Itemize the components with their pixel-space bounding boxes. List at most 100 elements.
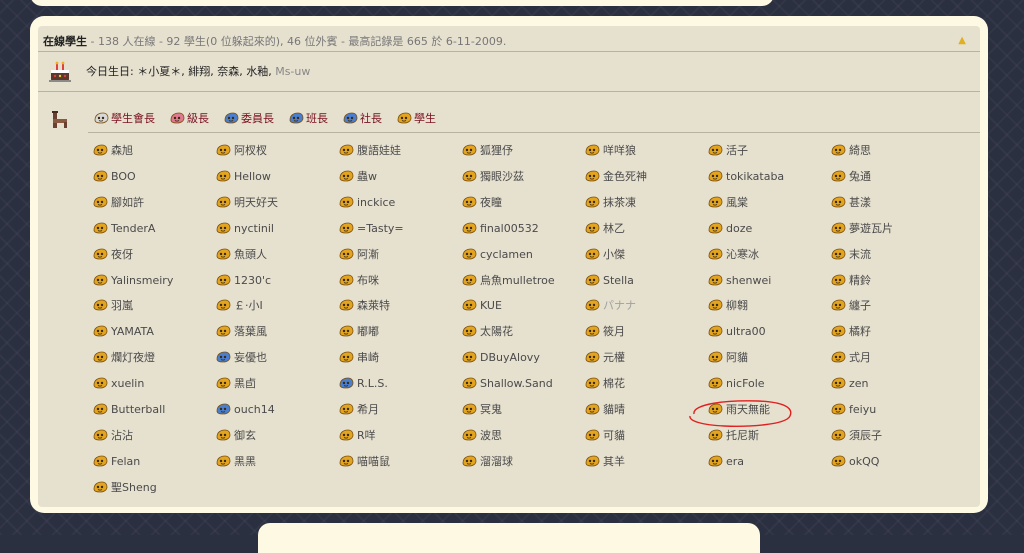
online-user[interactable]: tokikataba bbox=[708, 168, 784, 184]
user-name[interactable]: =Tasty= bbox=[357, 222, 404, 235]
user-name[interactable]: xuelin bbox=[111, 377, 144, 390]
online-user[interactable]: 棉花 bbox=[585, 375, 625, 391]
online-user[interactable]: 1230'c bbox=[216, 272, 271, 288]
user-name[interactable]: 太陽花 bbox=[480, 323, 513, 339]
user-name[interactable]: 貓晴 bbox=[603, 401, 625, 417]
user-name[interactable]: 溜溜球 bbox=[480, 453, 513, 469]
online-user[interactable]: 森萊特 bbox=[339, 297, 390, 313]
online-user[interactable]: Hellow bbox=[216, 168, 271, 184]
online-user[interactable]: BOO bbox=[93, 168, 136, 184]
online-user[interactable]: 聖Sheng bbox=[93, 479, 157, 495]
online-user[interactable]: 金色死神 bbox=[585, 168, 647, 184]
online-user[interactable]: 須辰子 bbox=[831, 427, 882, 443]
online-user[interactable]: 纏子 bbox=[831, 297, 871, 313]
user-name[interactable]: 綺思 bbox=[849, 142, 871, 158]
birthday-name-gray[interactable]: Ms-uw bbox=[275, 65, 310, 78]
online-user[interactable]: 其羊 bbox=[585, 453, 625, 469]
online-user[interactable]: 柳翱 bbox=[708, 297, 748, 313]
user-name[interactable]: nicFole bbox=[726, 377, 765, 390]
user-name[interactable]: 喵喵鼠 bbox=[357, 453, 390, 469]
user-name[interactable]: 沁寒冰 bbox=[726, 246, 759, 262]
user-name[interactable]: Yalinsmeiry bbox=[111, 274, 173, 287]
user-name[interactable]: 冥鬼 bbox=[480, 401, 502, 417]
user-name[interactable]: inckice bbox=[357, 196, 395, 209]
user-name[interactable]: 其羊 bbox=[603, 453, 625, 469]
online-user[interactable]: 波思 bbox=[462, 427, 502, 443]
legend-item[interactable]: 學生會長 bbox=[94, 110, 155, 126]
online-user[interactable]: 末流 bbox=[831, 246, 871, 262]
legend-item[interactable]: 學生 bbox=[397, 110, 436, 126]
online-user[interactable]: nicFole bbox=[708, 375, 765, 391]
user-name[interactable]: 御玄 bbox=[234, 427, 256, 443]
user-name[interactable]: ultra00 bbox=[726, 325, 766, 338]
online-user[interactable]: Shallow.Sand bbox=[462, 375, 553, 391]
online-title[interactable]: 在線學生 bbox=[43, 35, 87, 48]
online-user[interactable]: 森旭 bbox=[93, 142, 133, 158]
user-name[interactable]: KUE bbox=[480, 299, 502, 312]
online-user[interactable]: 狐狸伃 bbox=[462, 142, 513, 158]
user-name[interactable]: 小傑 bbox=[603, 246, 625, 262]
online-user[interactable]: ￡·小I bbox=[216, 297, 263, 313]
birthday-names[interactable]: ＊小夏＊, 緋翔, 奈森, 水釉, bbox=[137, 65, 271, 78]
user-name[interactable]: ￡·小I bbox=[234, 297, 263, 313]
online-user[interactable]: cyclamen bbox=[462, 246, 533, 262]
user-name[interactable]: 1230'c bbox=[234, 274, 271, 287]
online-user[interactable]: shenwei bbox=[708, 272, 771, 288]
legend-item[interactable]: 級長 bbox=[170, 110, 209, 126]
user-name[interactable]: 羽嵐 bbox=[111, 297, 133, 313]
user-name[interactable]: R.L.S. bbox=[357, 377, 388, 390]
online-user[interactable]: 可貓 bbox=[585, 427, 625, 443]
user-name[interactable]: 落葉風 bbox=[234, 323, 267, 339]
online-user[interactable]: 喵喵鼠 bbox=[339, 453, 390, 469]
online-user[interactable]: 活子 bbox=[708, 142, 748, 158]
user-name[interactable]: nyctinil bbox=[234, 222, 274, 235]
user-name[interactable]: Hellow bbox=[234, 170, 271, 183]
online-user[interactable]: nyctinil bbox=[216, 220, 274, 236]
user-name[interactable]: DBuyAlovy bbox=[480, 351, 540, 364]
user-name[interactable]: 波思 bbox=[480, 427, 502, 443]
online-user[interactable]: 黑黑 bbox=[216, 453, 256, 469]
online-user[interactable]: 夜瞳 bbox=[462, 194, 502, 210]
online-user[interactable]: 兔通 bbox=[831, 168, 871, 184]
user-name[interactable]: shenwei bbox=[726, 274, 771, 287]
online-user[interactable]: 式月 bbox=[831, 349, 871, 365]
online-user[interactable]: 落葉風 bbox=[216, 323, 267, 339]
online-user[interactable]: 希月 bbox=[339, 401, 379, 417]
online-user[interactable]: 冥鬼 bbox=[462, 401, 502, 417]
online-user[interactable]: =Tasty= bbox=[339, 220, 404, 236]
user-name[interactable]: 布咪 bbox=[357, 272, 379, 288]
online-user[interactable]: ouch14 bbox=[216, 401, 275, 417]
user-name[interactable]: YAMATA bbox=[111, 325, 154, 338]
user-name[interactable]: 妄優也 bbox=[234, 349, 267, 365]
user-name[interactable]: 筱月 bbox=[603, 323, 625, 339]
user-name[interactable]: 蟲w bbox=[357, 168, 377, 184]
online-user[interactable]: inckice bbox=[339, 194, 395, 210]
online-user[interactable]: Yalinsmeiry bbox=[93, 272, 173, 288]
user-name[interactable]: cyclamen bbox=[480, 248, 533, 261]
legend-item[interactable]: 委員長 bbox=[224, 110, 274, 126]
user-name[interactable]: Butterball bbox=[111, 403, 165, 416]
user-name[interactable]: 腹語娃娃 bbox=[357, 142, 401, 158]
user-name[interactable]: Felan bbox=[111, 455, 140, 468]
user-name[interactable]: 金色死神 bbox=[603, 168, 647, 184]
user-name[interactable]: 須辰子 bbox=[849, 427, 882, 443]
user-name[interactable]: feiyu bbox=[849, 403, 876, 416]
online-user[interactable]: 元權 bbox=[585, 349, 625, 365]
user-name[interactable]: 森旭 bbox=[111, 142, 133, 158]
user-name[interactable]: 森萊特 bbox=[357, 297, 390, 313]
online-user[interactable]: doze bbox=[708, 220, 752, 236]
user-name[interactable]: 柳翱 bbox=[726, 297, 748, 313]
user-name[interactable]: 獨眼沙茲 bbox=[480, 168, 524, 184]
user-name[interactable]: 式月 bbox=[849, 349, 871, 365]
user-name[interactable]: 兔通 bbox=[849, 168, 871, 184]
user-name[interactable]: 橘籽 bbox=[849, 323, 871, 339]
online-user[interactable]: 筱月 bbox=[585, 323, 625, 339]
online-user[interactable]: 黑卣 bbox=[216, 375, 256, 391]
user-name[interactable]: tokikataba bbox=[726, 170, 784, 183]
user-name[interactable]: 末流 bbox=[849, 246, 871, 262]
online-user[interactable]: 林乙 bbox=[585, 220, 625, 236]
online-user[interactable]: 風棠 bbox=[708, 194, 748, 210]
online-user[interactable]: era bbox=[708, 453, 744, 469]
user-name[interactable]: 阿杈杈 bbox=[234, 142, 267, 158]
online-user[interactable]: 抹茶凍 bbox=[585, 194, 636, 210]
